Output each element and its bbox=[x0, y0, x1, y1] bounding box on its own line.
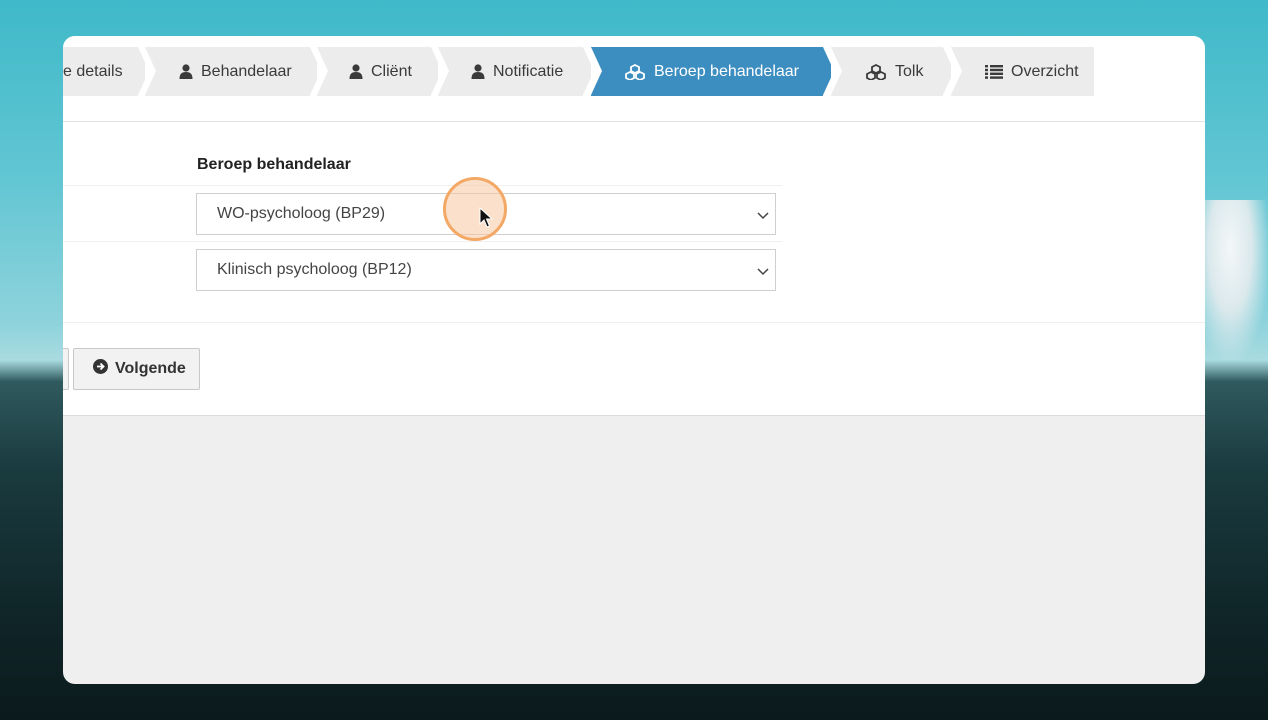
step-overzicht[interactable]: Overzicht bbox=[951, 47, 1094, 96]
divider bbox=[63, 322, 1205, 323]
user-icon bbox=[179, 64, 193, 79]
app-window: e details Behandelaar Cliënt Notificatie… bbox=[63, 36, 1205, 684]
cubes-icon bbox=[865, 63, 887, 80]
step-details[interactable]: e details bbox=[63, 47, 149, 96]
next-button-label: Volgende bbox=[115, 360, 186, 377]
chevron-down-icon bbox=[757, 264, 769, 282]
arrow-circle-right-icon bbox=[93, 359, 108, 379]
step-label: Beroep behandelaar bbox=[654, 62, 800, 80]
divider bbox=[63, 121, 1205, 122]
section-label: Beroep behandelaar bbox=[197, 156, 351, 173]
cubes-icon bbox=[624, 63, 646, 80]
previous-button[interactable] bbox=[63, 348, 69, 390]
step-label: Cliënt bbox=[371, 62, 412, 80]
step-label: Behandelaar bbox=[201, 62, 292, 80]
select-value: Klinisch psycholoog (BP12) bbox=[217, 261, 412, 278]
step-tolk[interactable]: Tolk bbox=[831, 47, 954, 96]
row-divider bbox=[63, 185, 782, 186]
next-button[interactable]: Volgende bbox=[73, 348, 200, 390]
user-icon bbox=[471, 64, 485, 79]
click-highlight bbox=[443, 177, 507, 241]
step-label: Notificatie bbox=[493, 62, 564, 80]
step-behandelaar[interactable]: Behandelaar bbox=[145, 47, 321, 96]
step-beroep-behandelaar[interactable]: Beroep behandelaar bbox=[591, 47, 834, 96]
chevron-down-icon bbox=[757, 208, 769, 226]
background-clouds bbox=[1205, 200, 1268, 360]
step-label: Overzicht bbox=[1011, 62, 1079, 80]
step-notificatie[interactable]: Notificatie bbox=[438, 47, 594, 96]
list-icon bbox=[985, 64, 1003, 79]
row-divider bbox=[63, 241, 782, 242]
wizard-steps: e details Behandelaar Cliënt Notificatie… bbox=[63, 47, 1205, 96]
form-panel: e details Behandelaar Cliënt Notificatie… bbox=[63, 36, 1205, 416]
step-label: Tolk bbox=[895, 62, 924, 80]
step-client[interactable]: Cliënt bbox=[317, 47, 442, 96]
beroep-select-2[interactable]: Klinisch psycholoog (BP12) bbox=[196, 249, 776, 291]
mouse-pointer-icon bbox=[479, 206, 494, 234]
user-icon bbox=[349, 64, 363, 79]
step-label: e details bbox=[63, 62, 123, 80]
select-value: WO-psycholoog (BP29) bbox=[217, 205, 386, 222]
